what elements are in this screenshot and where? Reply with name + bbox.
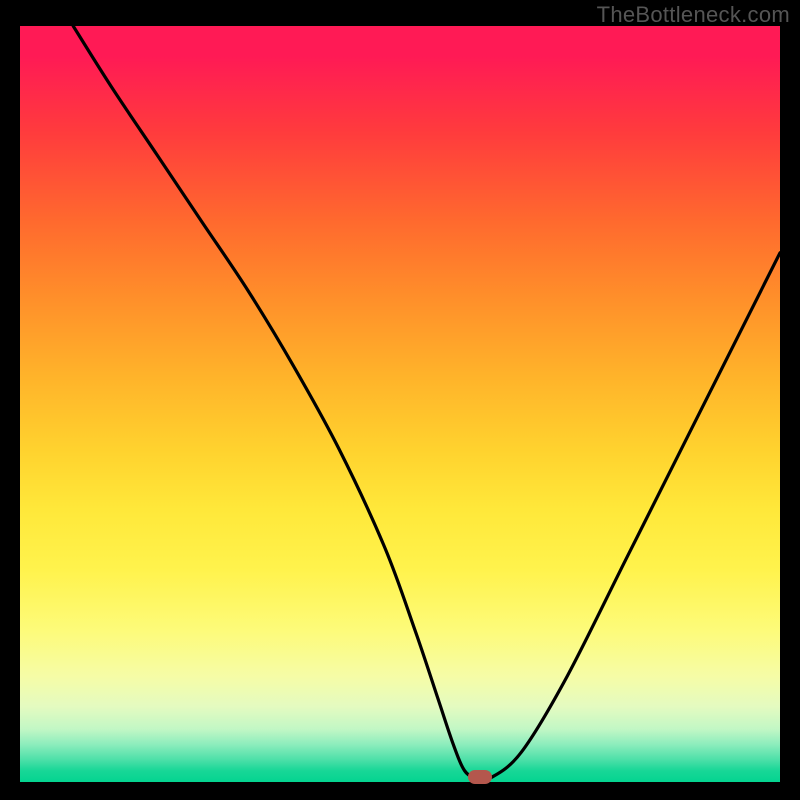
minimum-marker [468, 770, 492, 784]
plot-area [20, 26, 780, 782]
bottleneck-curve [20, 26, 780, 782]
watermark-text: TheBottleneck.com [597, 2, 790, 28]
chart-frame: TheBottleneck.com [0, 0, 800, 800]
